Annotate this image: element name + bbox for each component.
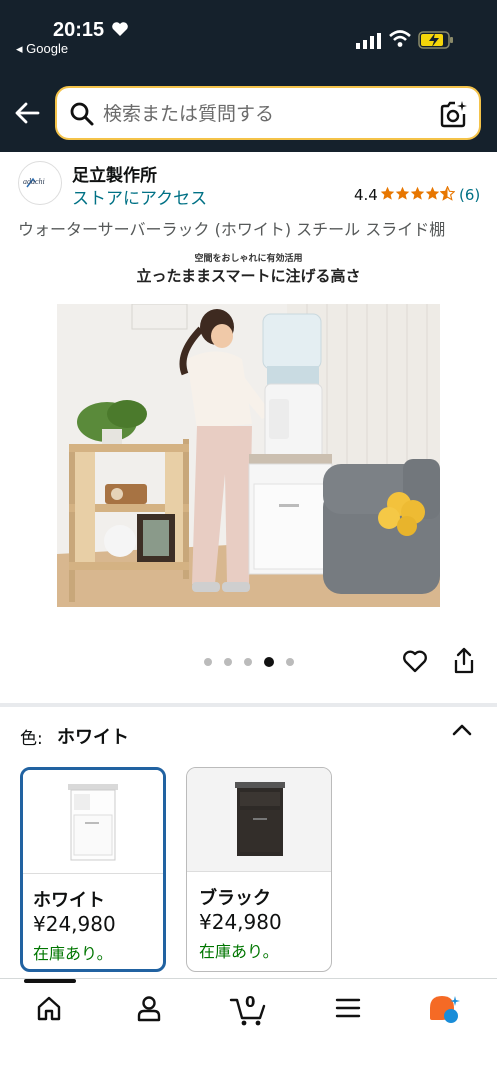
star-icon [410,186,425,200]
back-arrow-icon[interactable] [13,98,43,128]
option-stock: 在庫あり。 [199,942,279,961]
status-time: 20:15 [53,19,105,41]
carousel-dot-active[interactable] [264,657,274,667]
swatch-image [187,768,331,872]
search-bar[interactable] [55,86,481,140]
cart-button[interactable]: 0 [229,993,269,1028]
product-photo[interactable] [57,304,440,607]
store-logo[interactable]: adachi [18,161,62,205]
carousel-dot[interactable] [286,658,294,666]
battery-charging-icon [418,31,453,49]
store-logo-text: adachi [23,177,45,186]
star-icon [395,186,410,200]
image-caption-big: 立ったままスマートに注げる高さ [136,267,361,285]
wifi-icon [389,30,411,47]
heart-status-icon [112,22,128,36]
wishlist-heart-icon[interactable] [402,648,428,674]
search-input[interactable] [103,101,423,127]
menu-icon[interactable] [335,994,361,1022]
option-stock: 在庫あり。 [33,944,113,963]
image-carousel-dots[interactable] [204,657,294,667]
cellular-signal-icon [356,33,381,49]
rufus-assistant-icon[interactable] [428,994,462,1026]
rating-value: 4.4 [354,186,378,204]
home-icon[interactable] [35,994,63,1022]
black-rack-image [235,782,285,856]
color-label: 色: [20,729,43,749]
share-icon[interactable] [452,647,476,675]
white-rack-image [68,784,118,861]
selected-color: ホワイト [57,727,129,748]
section-divider [0,703,497,707]
home-tab-indicator [24,979,76,983]
app-header: 20:15 ◂ Google [0,0,497,152]
rating-count-link[interactable]: (6) [459,186,480,204]
cart-count: 0 [245,993,256,1011]
swatch-image [23,770,163,874]
camera-search-icon[interactable] [440,100,468,128]
star-icon [380,186,395,200]
image-caption-small: 空間をおしゃれに有効活用 [194,254,303,264]
star-icon [425,186,440,200]
back-to-google-link[interactable]: ◂ Google [16,41,68,57]
option-price: ¥24,980 [199,910,282,934]
color-option-white[interactable]: ホワイト ¥24,980 在庫あり。 [20,767,166,972]
search-icon [70,102,94,126]
carousel-dot[interactable] [204,658,212,666]
color-option-black[interactable]: ブラック ¥24,980 在庫あり。 [186,767,332,972]
half-star-icon [440,186,455,201]
product-title: ウォーターサーバーラック (ホワイト) スチール スライド棚 [18,220,446,239]
carousel-dot[interactable] [244,658,252,666]
visit-store-link[interactable]: ストアにアクセス [72,184,207,209]
account-icon[interactable] [135,994,163,1022]
option-price: ¥24,980 [33,912,116,936]
star-rating[interactable] [380,186,455,201]
carousel-dot[interactable] [224,658,232,666]
store-name: 足立製作所 [72,166,157,186]
option-name: ブラック [199,888,271,909]
chevron-up-icon[interactable] [451,722,473,738]
option-name: ホワイト [33,890,105,911]
